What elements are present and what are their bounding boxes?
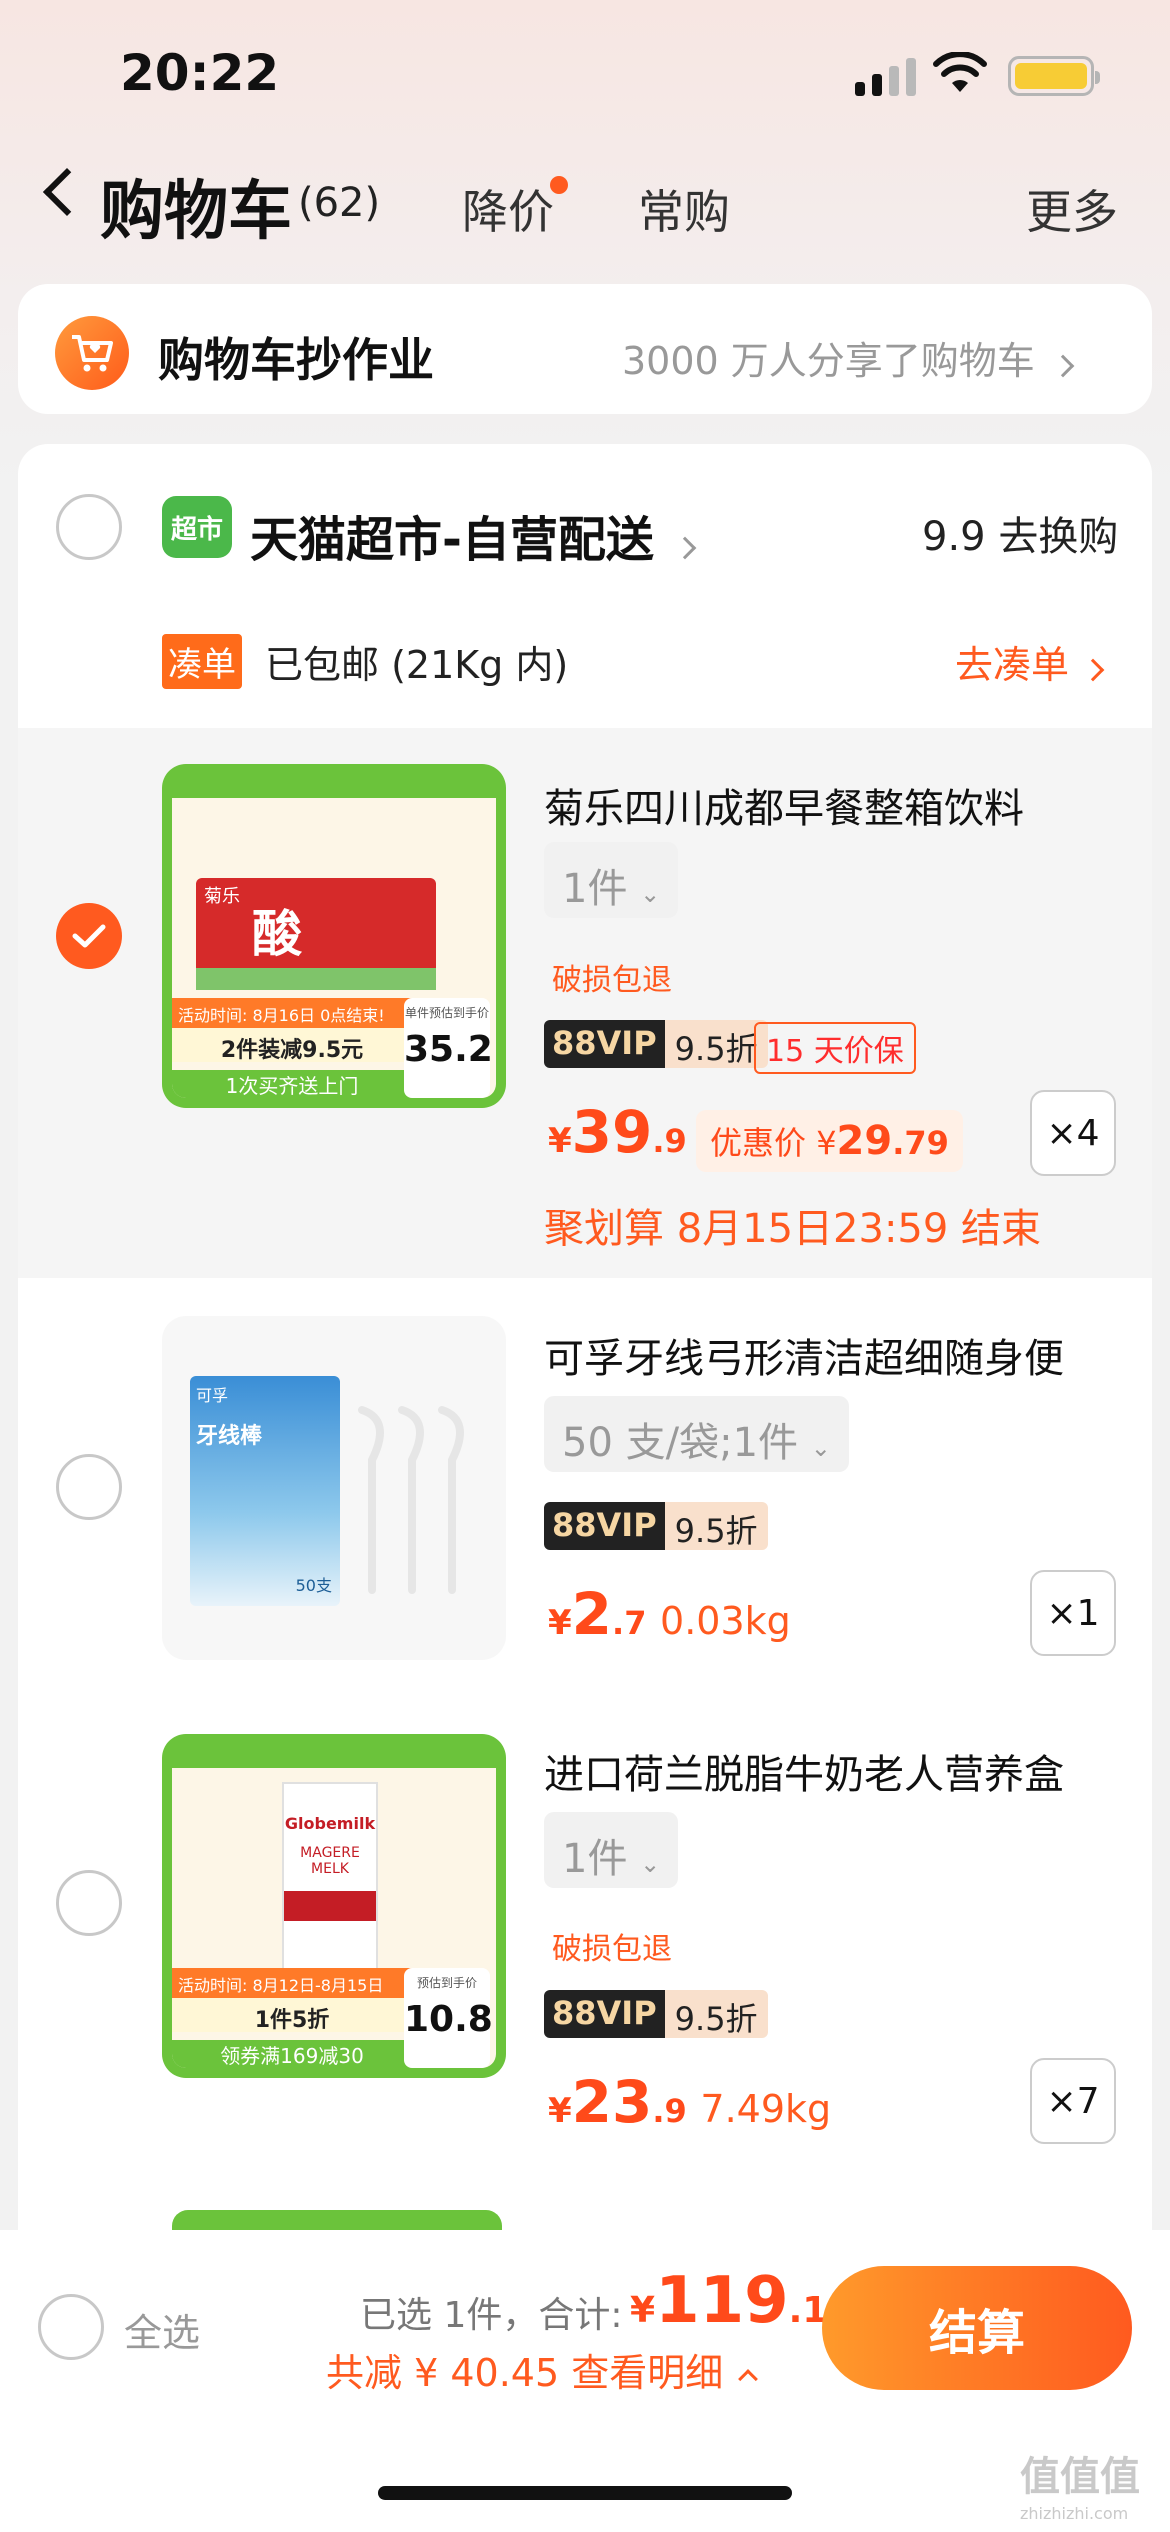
quantity-button-1[interactable]: ×4 bbox=[1030, 1090, 1116, 1176]
checkmark-icon bbox=[72, 924, 106, 948]
ship-tag: 凑单 bbox=[162, 634, 242, 689]
item-price-2: ¥2.7 0.03kg bbox=[548, 1580, 791, 1648]
vip-badge-1: 88VIP 9.5折 bbox=[544, 1020, 768, 1068]
battery-icon bbox=[1008, 56, 1100, 96]
item-checkbox-2[interactable] bbox=[56, 1454, 122, 1520]
select-all-label[interactable]: 全选 bbox=[124, 2302, 200, 2357]
product-image-3[interactable]: 天猫超市会员节 Globemilk MAGERE MELK 活动时间: 8月12… bbox=[162, 1734, 506, 2078]
product-image-2[interactable]: 可孚 牙线棒 50支 bbox=[162, 1316, 506, 1660]
total-price: ¥119.15 bbox=[630, 2264, 853, 2338]
cart-count: (62) bbox=[298, 180, 381, 226]
home-indicator[interactable] bbox=[378, 2486, 792, 2500]
back-button[interactable] bbox=[42, 167, 92, 217]
chevron-up-icon bbox=[738, 2369, 759, 2389]
product-title-3[interactable]: 进口荷兰脱脂牛奶老人营养盒 bbox=[544, 1742, 1064, 1800]
promo-band: 天猫超市会员节 | 聚划算 bbox=[224, 772, 444, 796]
watermark-url: zhizhizhi.com bbox=[1020, 2504, 1129, 2523]
promo-band: 天猫超市会员节 bbox=[264, 1742, 404, 1766]
add-on-link[interactable]: 去凑单 bbox=[955, 634, 1105, 689]
item-price-1: ¥39.9 bbox=[548, 1098, 687, 1166]
shopping-cart-icon bbox=[55, 316, 129, 390]
selected-summary: 已选 1件，合计: bbox=[360, 2295, 623, 2336]
item-price-3: ¥23.9 7.49kg bbox=[548, 2068, 832, 2136]
sku-selector-3[interactable]: 1件 ⌄ bbox=[544, 1812, 679, 1888]
store-select-checkbox[interactable] bbox=[56, 494, 122, 560]
floss-pick-icon bbox=[358, 1406, 464, 1594]
sku-selector-2[interactable]: 50 支/袋;1件 ⌄ bbox=[544, 1396, 849, 1472]
vip-badge-2: 88VIP 9.5折 bbox=[544, 1502, 768, 1550]
quantity-button-2[interactable]: ×1 bbox=[1030, 1570, 1116, 1656]
damage-return-tag-1: 破损包退 bbox=[552, 963, 672, 998]
notification-dot bbox=[550, 176, 568, 194]
price-protection-tag: 15 天价保 bbox=[754, 1022, 916, 1074]
damage-return-tag-3: 破损包退 bbox=[552, 1932, 672, 1967]
sku-selector-1[interactable]: 1件 ⌄ bbox=[544, 842, 679, 918]
page-title: 购物车 bbox=[100, 175, 292, 249]
tab-price-drop[interactable]: 降价 bbox=[462, 176, 554, 242]
shipping-info: 已包邮 (21Kg 内) bbox=[265, 643, 569, 687]
item-checkbox-1[interactable] bbox=[56, 903, 122, 969]
chevron-down-icon: ⌄ bbox=[640, 880, 661, 908]
wifi-icon bbox=[932, 51, 988, 98]
tab-frequent[interactable]: 常购 bbox=[638, 176, 730, 242]
select-all-checkbox[interactable] bbox=[38, 2294, 104, 2360]
share-title: 购物车抄作业 bbox=[158, 333, 434, 387]
chevron-right-icon bbox=[1051, 354, 1075, 378]
promo-price: 优惠价 ¥29.79 bbox=[696, 1110, 963, 1172]
chevron-right-icon bbox=[673, 536, 696, 560]
store-name[interactable]: 天猫超市-自营配送 bbox=[250, 500, 696, 570]
share-subtitle: 3000 万人分享了购物车 bbox=[622, 330, 1075, 385]
cellular-signal-icon bbox=[855, 58, 916, 96]
product-title-2[interactable]: 可孚牙线弓形清洁超细随身便 bbox=[544, 1326, 1064, 1384]
chevron-right-icon bbox=[1081, 658, 1105, 682]
exchange-link[interactable]: 9.9 去换购 bbox=[922, 504, 1118, 562]
product-image-1[interactable]: 天猫超市会员节 | 聚划算 菊乐 酸 活动时间: 8月16日 0点结束! 2件装… bbox=[162, 764, 506, 1108]
next-product-image-peek bbox=[172, 2210, 502, 2230]
watermark-logo: 值值值 bbox=[1020, 2454, 1140, 2500]
status-time: 20:22 bbox=[120, 44, 280, 102]
chevron-down-icon: ⌄ bbox=[640, 1850, 661, 1878]
item-checkbox-3[interactable] bbox=[56, 1870, 122, 1936]
checkout-button[interactable]: 结算 bbox=[822, 2266, 1132, 2390]
more-button[interactable]: 更多 bbox=[1026, 176, 1118, 242]
product-title-1[interactable]: 菊乐四川成都早餐整箱饮料 bbox=[544, 776, 1024, 834]
view-details-link[interactable]: 共减 ¥ 40.45 查看明细 bbox=[326, 2342, 759, 2397]
vip-badge-3: 88VIP 9.5折 bbox=[544, 1990, 768, 2038]
juhuasuan-deadline: 聚划算 8月15日23:59 结束 bbox=[544, 1206, 1042, 1252]
tmall-supermarket-logo: 超市 bbox=[162, 496, 232, 558]
chevron-down-icon: ⌄ bbox=[810, 1434, 831, 1462]
quantity-button-3[interactable]: ×7 bbox=[1030, 2058, 1116, 2144]
